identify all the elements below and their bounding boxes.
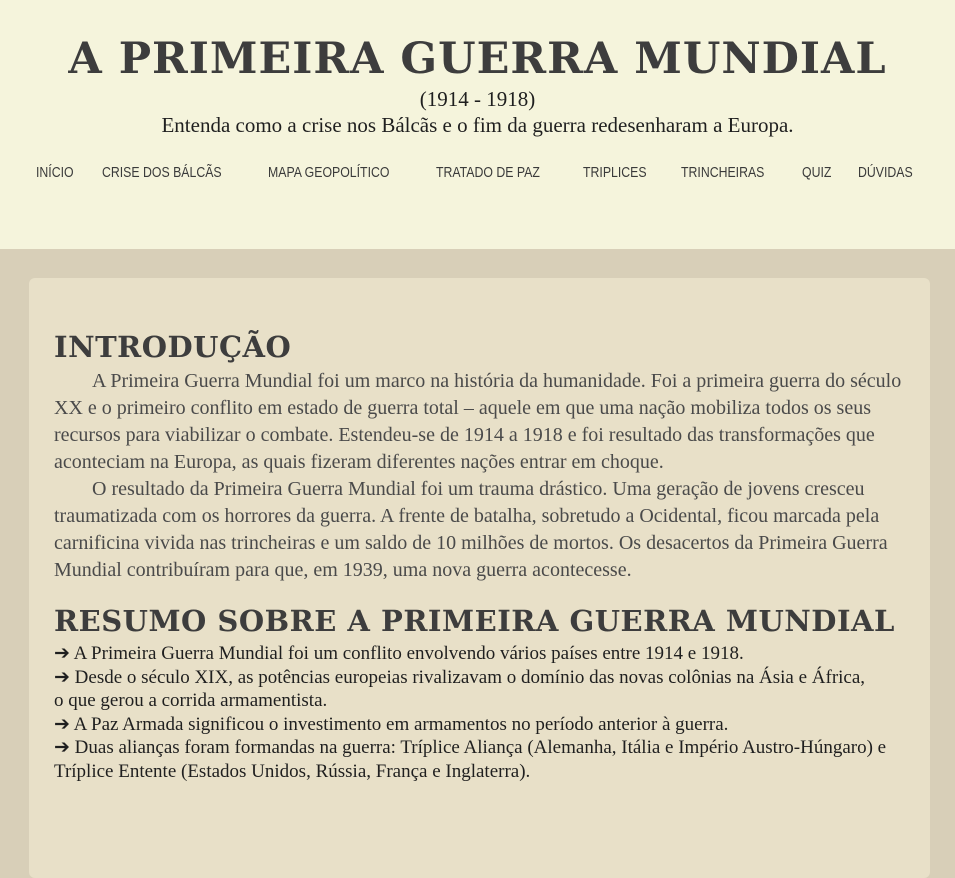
summary-item: ➔ Desde o século XIX, as potências europ…	[54, 666, 866, 688]
nav-item-trincheiras[interactable]: TRINCHEIRAS	[681, 164, 764, 181]
main-content: INTRODUÇÃO A Primeira Guerra Mundial foi…	[29, 278, 930, 878]
nav-item-mapa-geopolitico[interactable]: MAPA GEOPOLÍTICO	[268, 164, 389, 181]
summary-item: ➔ A Paz Armada significou o investimento…	[54, 713, 729, 735]
intro-paragraph: O resultado da Primeira Guerra Mundial f…	[54, 478, 888, 581]
intro-paragraph: A Primeira Guerra Mundial foi um marco n…	[54, 370, 902, 473]
summary-item: ➔ A Primeira Guerra Mundial foi um confl…	[54, 643, 744, 664]
nav-item-quiz[interactable]: QUIZ	[802, 164, 831, 181]
nav-item-tratado-de-paz[interactable]: TRATADO DE PAZ	[436, 164, 540, 181]
nav-item-crise-dos-balcas[interactable]: CRISE DOS BÁLCÃS	[102, 164, 222, 181]
nav-item-inicio[interactable]: INÍCIO	[36, 164, 74, 181]
summary-item: ➔ Duas alianças foram formandas na guerr…	[54, 737, 887, 782]
main-nav: INÍCIO CRISE DOS BÁLCÃS MAPA GEOPOLÍTICO…	[0, 164, 955, 181]
summary-heading: RESUMO SOBRE A PRIMEIRA GUERRA MUNDIAL	[54, 604, 895, 638]
nav-item-duvidas[interactable]: DÚVIDAS	[858, 164, 913, 181]
nav-item-triplices[interactable]: TRIPLICES	[583, 164, 647, 181]
intro-heading: INTRODUÇÃO	[54, 330, 292, 364]
summary-item: o que gerou a corrida armamentista.	[54, 690, 328, 711]
site-header: A PRIMEIRA GUERRA MUNDIAL (1914 - 1918) …	[0, 0, 955, 249]
site-title: A PRIMEIRA GUERRA MUNDIAL	[68, 34, 887, 84]
site-dates: (1914 - 1918)	[419, 87, 536, 111]
site-subtitle: Entenda como a crise nos Bálcãs e o fim …	[161, 113, 794, 137]
